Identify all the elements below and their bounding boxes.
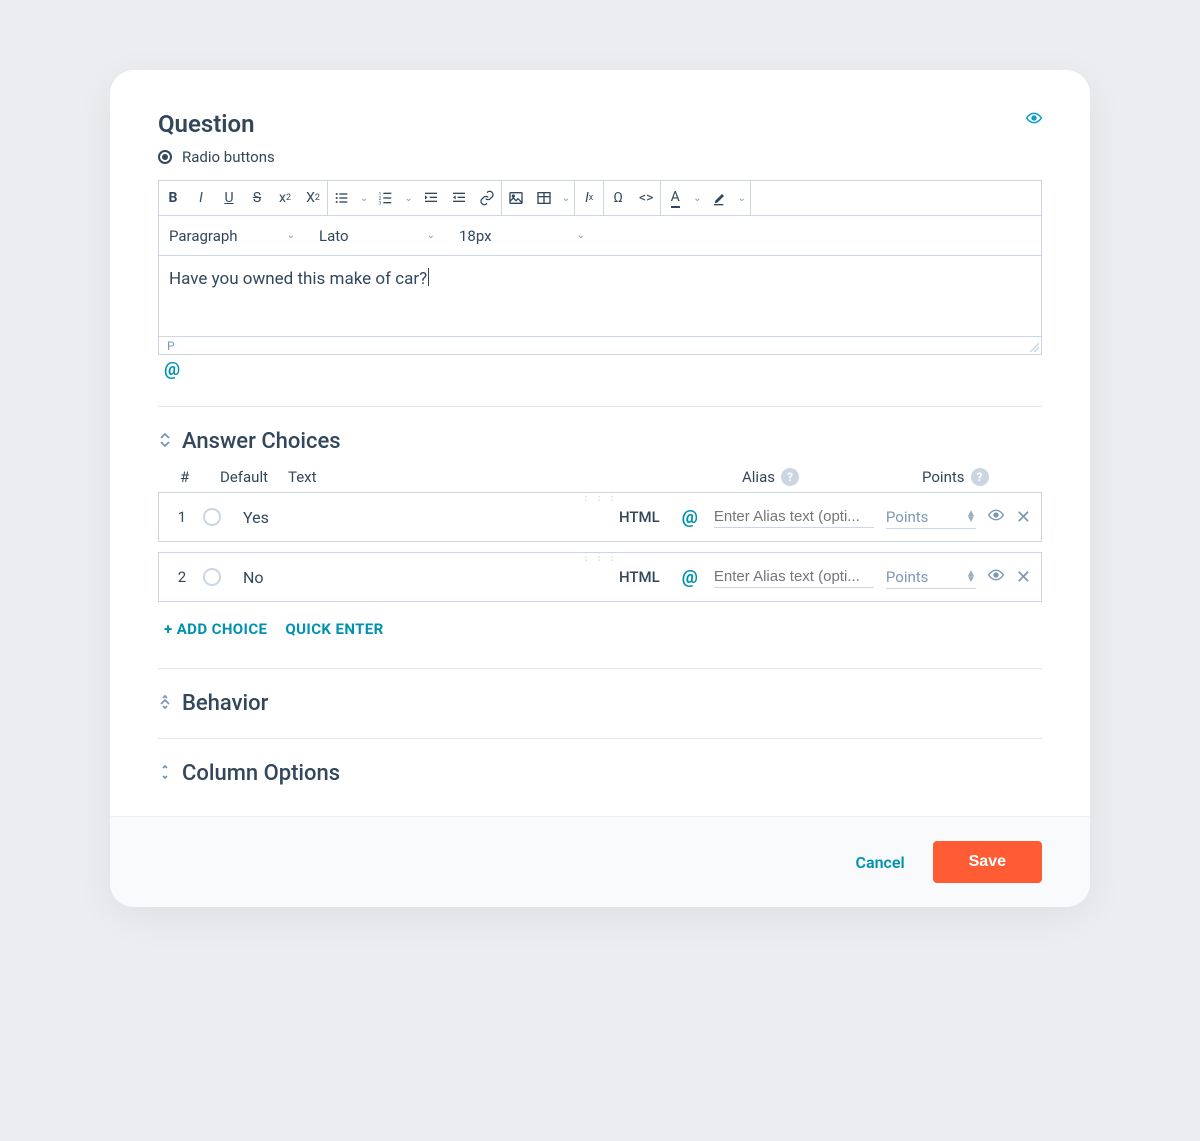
- italic-button[interactable]: I: [187, 181, 215, 215]
- choice-text[interactable]: Yes: [233, 508, 601, 527]
- section-title-column-options[interactable]: Column Options: [182, 761, 340, 786]
- font-size-value: 18px: [459, 227, 492, 245]
- default-radio[interactable]: [203, 568, 221, 586]
- chevron-down-icon[interactable]: ⌄: [734, 193, 750, 204]
- cancel-button[interactable]: Cancel: [856, 853, 905, 872]
- choice-number: 2: [173, 568, 191, 586]
- chevron-down-icon: ⌄: [283, 230, 299, 241]
- col-header-num: #: [180, 468, 220, 486]
- divider: [158, 738, 1042, 739]
- divider: [158, 406, 1042, 407]
- html-toggle[interactable]: HTML: [613, 568, 666, 586]
- quick-enter-button[interactable]: QUICK ENTER: [285, 620, 383, 638]
- expand-icon[interactable]: [158, 765, 172, 783]
- chevron-down-icon: ⌄: [423, 230, 439, 241]
- col-header-alias: Alias ?: [742, 468, 922, 486]
- points-input[interactable]: Points ▲▼: [886, 566, 976, 589]
- indent-button[interactable]: [417, 181, 445, 215]
- outdent-button[interactable]: [445, 181, 473, 215]
- editor-path-bar: P: [159, 336, 1041, 354]
- html-toggle[interactable]: HTML: [613, 508, 666, 526]
- expand-icon[interactable]: [158, 695, 172, 713]
- special-char-button[interactable]: Ω: [604, 181, 632, 215]
- font-family-select[interactable]: Lato ⌄: [309, 216, 449, 255]
- text-cursor: [428, 268, 429, 286]
- col-header-text: Text: [288, 468, 742, 486]
- answer-choice-row: ⋮⋮⋮ 2 No HTML @ Points ▲▼ ✕: [158, 552, 1042, 602]
- help-icon[interactable]: ?: [781, 468, 799, 486]
- superscript-button[interactable]: x2: [271, 181, 299, 215]
- add-choice-button[interactable]: + ADD CHOICE: [164, 620, 267, 638]
- subscript-button[interactable]: X2: [299, 181, 327, 215]
- editor-toolbar-row1: B I U S x2 X2 ⌄ 123 ⌄: [159, 181, 1041, 216]
- question-type-row: Radio buttons: [158, 148, 275, 166]
- chevron-down-icon[interactable]: ⌄: [400, 193, 416, 204]
- help-icon[interactable]: ?: [971, 468, 989, 486]
- text-color-button[interactable]: A: [661, 181, 689, 215]
- section-title-behavior[interactable]: Behavior: [182, 691, 268, 716]
- preview-eye-icon[interactable]: [1026, 110, 1042, 130]
- visibility-eye-icon[interactable]: [988, 567, 1004, 587]
- image-button[interactable]: [502, 181, 530, 215]
- code-button[interactable]: <>: [632, 181, 660, 215]
- section-title-question: Question: [158, 110, 275, 138]
- highlight-button[interactable]: [706, 181, 734, 215]
- block-format-value: Paragraph: [169, 227, 238, 245]
- col-header-default: Default: [220, 468, 288, 486]
- editor-toolbar-row2: Paragraph ⌄ Lato ⌄ 18px ⌄: [159, 216, 1041, 256]
- points-input[interactable]: Points ▲▼: [886, 506, 976, 529]
- save-button[interactable]: Save: [933, 841, 1042, 883]
- dialog-footer: Cancel Save: [110, 816, 1090, 907]
- stepper-icon[interactable]: ▲▼: [966, 511, 976, 523]
- chevron-down-icon[interactable]: ⌄: [689, 193, 705, 204]
- table-button[interactable]: [530, 181, 558, 215]
- question-type-label: Radio buttons: [182, 148, 275, 166]
- ordered-list-button[interactable]: 123: [372, 181, 400, 215]
- font-size-select[interactable]: 18px ⌄: [449, 216, 599, 255]
- block-format-select[interactable]: Paragraph ⌄: [159, 216, 309, 255]
- clear-format-button[interactable]: Ix: [575, 181, 603, 215]
- underline-button[interactable]: U: [215, 181, 243, 215]
- question-editor-card: Question Radio buttons B I U S x2 X2: [110, 70, 1090, 907]
- mention-trigger[interactable]: @: [158, 355, 1042, 384]
- choice-number: 1: [173, 508, 191, 526]
- delete-choice-icon[interactable]: ✕: [1016, 507, 1031, 528]
- editor-path: P: [167, 339, 175, 353]
- drag-handle-icon[interactable]: ⋮⋮⋮: [581, 491, 620, 503]
- answer-table-header: # Default Text Alias ? Points ?: [158, 468, 1042, 492]
- chevron-down-icon: ⌄: [573, 230, 589, 241]
- alias-input[interactable]: [714, 566, 874, 588]
- section-title-answers: Answer Choices: [182, 429, 341, 454]
- answer-choice-row: ⋮⋮⋮ 1 Yes HTML @ Points ▲▼ ✕: [158, 492, 1042, 542]
- drag-handle-icon[interactable]: ⋮⋮⋮: [581, 551, 620, 563]
- radio-icon: [158, 150, 172, 164]
- piping-icon[interactable]: @: [678, 567, 702, 588]
- divider: [158, 668, 1042, 669]
- editor-text: Have you owned this make of car?: [169, 269, 427, 289]
- editor-content-area[interactable]: Have you owned this make of car?: [159, 256, 1041, 336]
- default-radio[interactable]: [203, 508, 221, 526]
- col-header-points: Points ?: [922, 468, 1042, 486]
- rich-text-editor: B I U S x2 X2 ⌄ 123 ⌄: [158, 180, 1042, 355]
- unordered-list-button[interactable]: [328, 181, 356, 215]
- bold-button[interactable]: B: [159, 181, 187, 215]
- link-button[interactable]: [473, 181, 501, 215]
- choice-text[interactable]: No: [233, 568, 601, 587]
- chevron-down-icon[interactable]: ⌄: [356, 193, 372, 204]
- strikethrough-button[interactable]: S: [243, 181, 271, 215]
- piping-icon[interactable]: @: [678, 507, 702, 528]
- alias-input[interactable]: [714, 506, 874, 528]
- visibility-eye-icon[interactable]: [988, 507, 1004, 527]
- collapse-icon[interactable]: [158, 433, 172, 451]
- stepper-icon[interactable]: ▲▼: [966, 571, 976, 583]
- delete-choice-icon[interactable]: ✕: [1016, 567, 1031, 588]
- chevron-down-icon[interactable]: ⌄: [558, 193, 574, 204]
- font-family-value: Lato: [319, 227, 349, 245]
- svg-text:3: 3: [379, 201, 382, 206]
